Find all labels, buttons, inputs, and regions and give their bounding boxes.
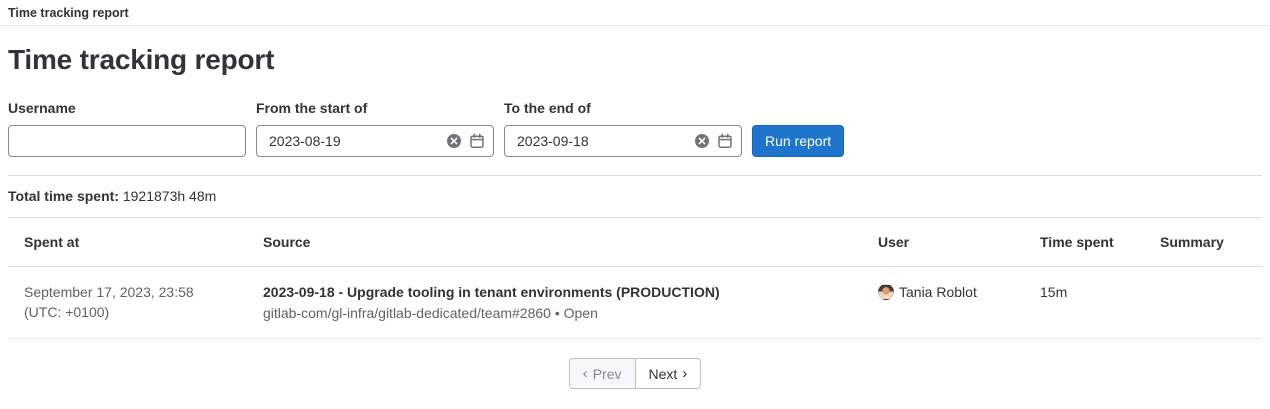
cell-source: 2023-09-18 - Upgrade tooling in tenant e…	[247, 267, 862, 339]
time-tracking-table: Spent at Source User Time spent Summary …	[8, 218, 1262, 339]
to-date-calendar-icon[interactable]	[717, 133, 733, 149]
prev-page-button[interactable]: ‹ Prev	[569, 358, 636, 389]
main-content: Time tracking report Username From the s…	[0, 43, 1270, 389]
to-date-field-group: To the end of	[504, 100, 742, 157]
cell-spent-at: September 17, 2023, 23:58 (UTC: +0100)	[8, 267, 247, 339]
chevron-right-icon: ›	[682, 366, 687, 381]
source-reference: gitlab-com/gl-infra/gitlab-dedicated/tea…	[263, 303, 846, 323]
page-title: Time tracking report	[8, 43, 1262, 77]
next-page-button[interactable]: Next ›	[636, 358, 702, 389]
username-label: Username	[8, 100, 246, 116]
total-time-spent-value: 1921873h 48m	[123, 188, 216, 204]
from-date-calendar-icon[interactable]	[469, 133, 485, 149]
run-report-button[interactable]: Run report	[752, 125, 844, 157]
pagination: ‹ Prev Next ›	[8, 358, 1262, 389]
from-date-label: From the start of	[256, 100, 494, 116]
table-row: September 17, 2023, 23:58 (UTC: +0100) 2…	[8, 267, 1262, 339]
user-avatar[interactable]	[878, 284, 894, 300]
report-filter-form: Username From the start of	[8, 100, 1262, 176]
chevron-left-icon: ‹	[583, 366, 588, 381]
header-source: Source	[247, 218, 862, 267]
to-date-label: To the end of	[504, 100, 742, 116]
username-field-group: Username	[8, 100, 246, 157]
cell-time-spent: 15m	[1024, 267, 1144, 339]
header-user: User	[862, 218, 1024, 267]
total-time-spent-label: Total time spent:	[8, 188, 119, 204]
table-header-row: Spent at Source User Time spent Summary	[8, 218, 1262, 267]
from-date-field-group: From the start of	[256, 100, 494, 157]
username-input[interactable]	[8, 125, 246, 157]
header-summary: Summary	[1144, 218, 1262, 267]
spent-at-date: September 17, 2023, 23:58	[24, 282, 231, 302]
cell-user: Tania Roblot	[862, 267, 1024, 339]
breadcrumb-item-time-tracking-report[interactable]: Time tracking report	[8, 6, 129, 20]
from-date-clear-icon[interactable]	[446, 133, 462, 149]
total-time-spent: Total time spent: 1921873h 48m	[8, 176, 1262, 218]
breadcrumb: Time tracking report	[0, 0, 1270, 26]
user-name-link[interactable]: Tania Roblot	[899, 282, 977, 302]
header-time-spent: Time spent	[1024, 218, 1144, 267]
spent-at-timezone: (UTC: +0100)	[24, 302, 231, 322]
to-date-clear-icon[interactable]	[694, 133, 710, 149]
cell-summary	[1144, 267, 1262, 339]
prev-page-label: Prev	[593, 366, 622, 382]
header-spent-at: Spent at	[8, 218, 247, 267]
next-page-label: Next	[649, 366, 678, 382]
source-issue-link[interactable]: 2023-09-18 - Upgrade tooling in tenant e…	[263, 282, 846, 302]
